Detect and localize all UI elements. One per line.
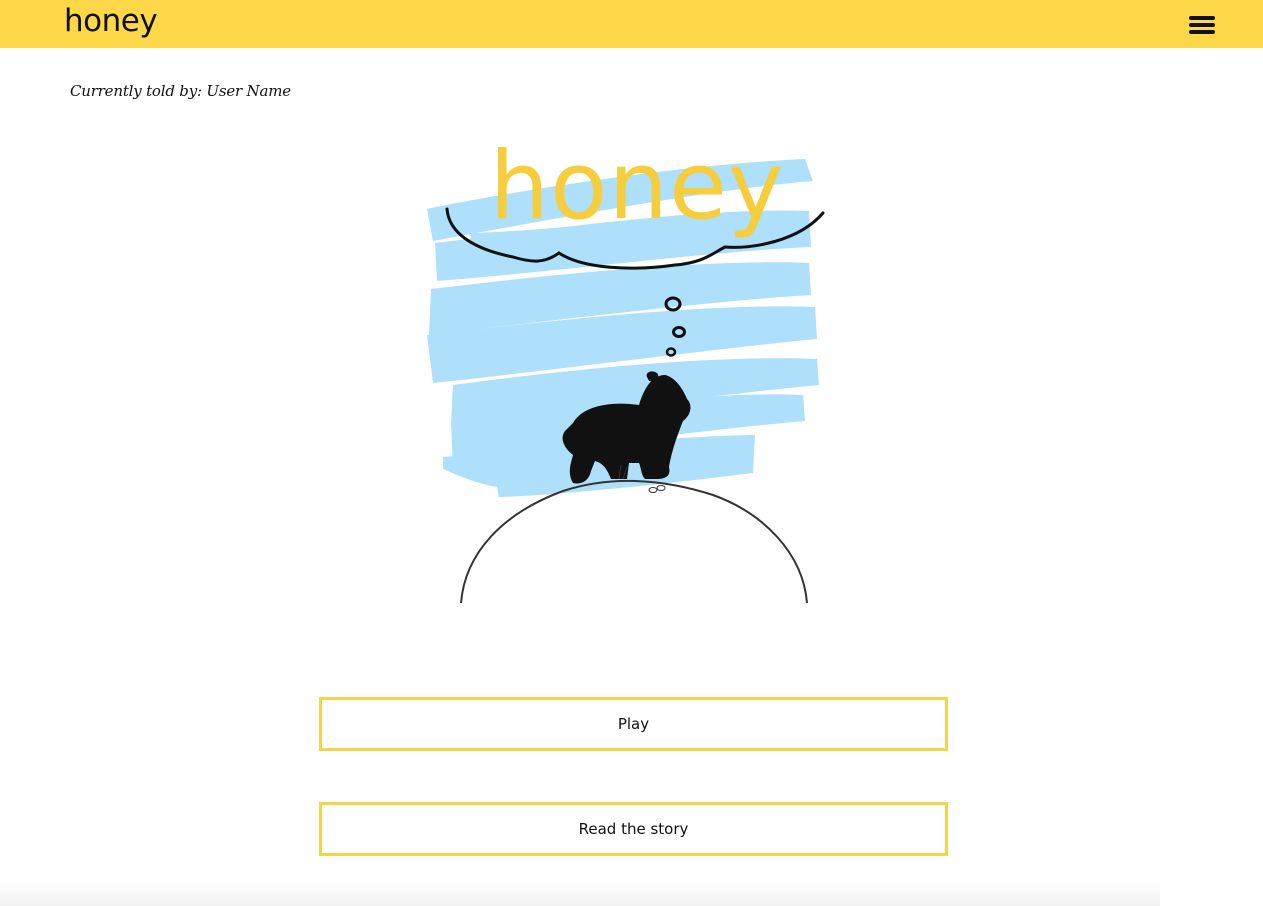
- read-story-button[interactable]: Read the story: [319, 802, 948, 856]
- bottom-fade: [0, 880, 1160, 906]
- brand-logo[interactable]: honey: [64, 1, 158, 41]
- hamburger-menu-icon[interactable]: [1186, 13, 1218, 37]
- cover-title: honey: [489, 132, 785, 241]
- story-cover-image: honey: [413, 123, 855, 611]
- play-button[interactable]: Play: [319, 697, 948, 751]
- top-navbar: honey: [0, 0, 1263, 48]
- story-teller-label: Currently told by: User Name: [70, 82, 291, 100]
